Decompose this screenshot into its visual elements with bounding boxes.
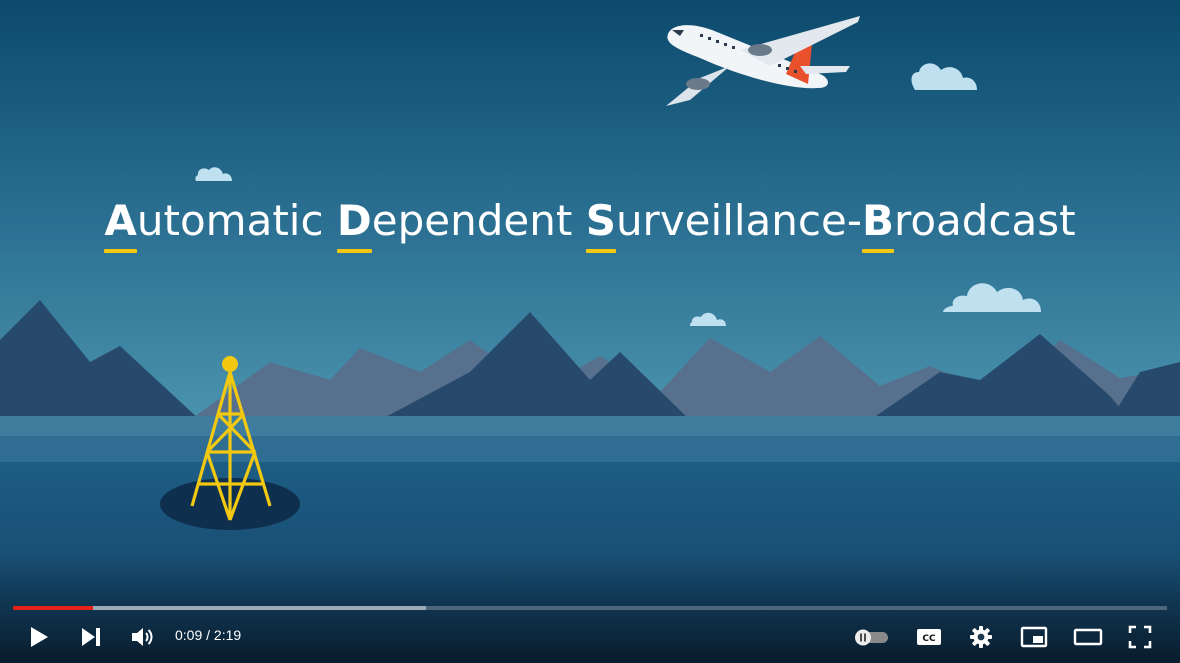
volume-icon: [132, 628, 153, 646]
fullscreen-icon: [1128, 625, 1152, 649]
headline-text: ependent: [371, 196, 586, 245]
duration: 2:19: [213, 627, 242, 643]
theater-mode-icon: [1073, 628, 1103, 646]
headline-text: utomatic: [136, 196, 337, 245]
skip-next-icon: [82, 628, 100, 646]
fullscreen-button[interactable]: [1122, 618, 1158, 656]
theater-mode-button[interactable]: [1070, 618, 1106, 656]
captions-button[interactable]: CC: [912, 618, 946, 656]
video-player[interactable]: Automatic Dependent Surveillance-Broadca…: [0, 0, 1180, 663]
video-frame: [0, 0, 1180, 663]
headline-initial: B: [861, 196, 895, 253]
captions-label: CC: [922, 634, 936, 644]
volume-button[interactable]: [126, 618, 160, 656]
gear-icon: [970, 626, 992, 648]
progress-bar[interactable]: [13, 606, 1167, 610]
next-button[interactable]: [74, 618, 108, 656]
video-headline: Automatic Dependent Surveillance-Broadca…: [0, 196, 1180, 253]
headline-text: roadcast: [894, 196, 1076, 245]
miniplayer-icon: [1020, 626, 1048, 648]
headline-text: urveillance-: [615, 196, 862, 245]
current-time: 0:09: [175, 627, 203, 643]
miniplayer-button[interactable]: [1016, 618, 1052, 656]
time-separator: /: [202, 627, 214, 643]
play-icon: [31, 627, 48, 647]
play-button[interactable]: [22, 618, 56, 656]
headline-initial: A: [104, 196, 137, 253]
closed-captions-icon: CC: [917, 629, 941, 645]
headline-initial: D: [336, 196, 372, 253]
headline-initial: S: [585, 196, 617, 253]
autoplay-toggle[interactable]: [850, 618, 892, 656]
autoplay-toggle-icon: [855, 629, 888, 646]
played-progress: [13, 606, 93, 610]
time-display: 0:09 / 2:19: [175, 627, 241, 643]
settings-button[interactable]: [964, 618, 998, 656]
